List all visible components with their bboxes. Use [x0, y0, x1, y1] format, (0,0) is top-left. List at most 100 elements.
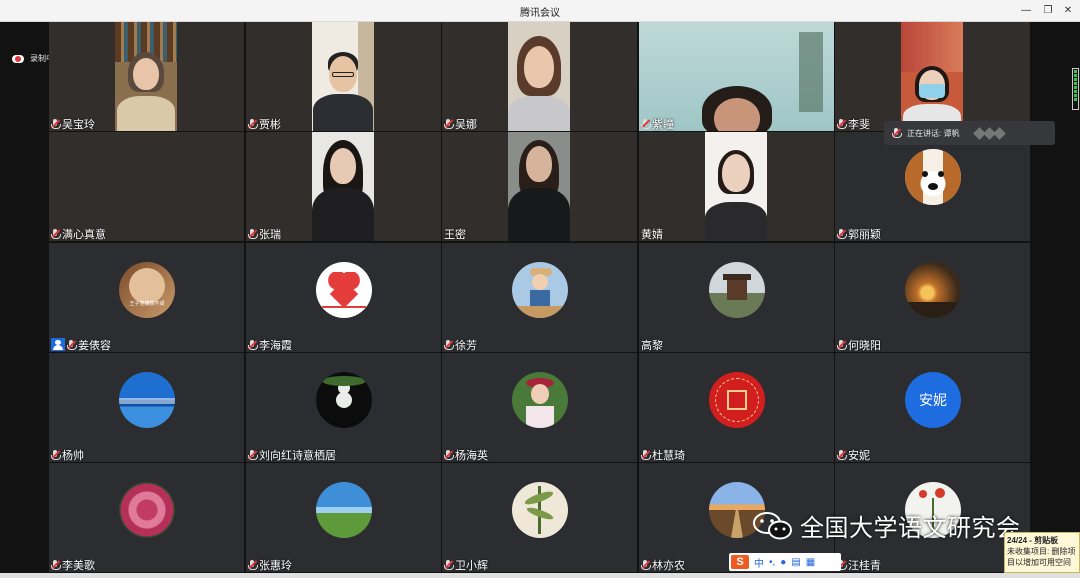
mic-muted-icon: [51, 559, 61, 570]
participant-name: 满心真意: [51, 227, 106, 241]
participant-grid: 吴宝玲 贾彬 吴娜 紫瞳 李斐 满心真意 张瑞 王密 黄婧 郭丽颖 王子党傅撰不…: [49, 22, 1031, 572]
participant-tile[interactable]: 安妮 安妮: [835, 353, 1030, 462]
participant-tile[interactable]: 王子党傅撰不顽 姜俵容: [49, 243, 244, 352]
clipboard-title: 24/24 - 剪贴板: [1007, 536, 1059, 545]
participant-name: 卫小辉: [444, 558, 488, 572]
participant-tile[interactable]: 刘向红诗意栖居: [246, 353, 441, 462]
host-icon: [51, 338, 65, 351]
active-speaker-toast: 正在讲话: 谭帆: [884, 121, 1055, 145]
mic-muted-icon: [248, 118, 258, 129]
participant-tile[interactable]: 张惠玲: [246, 463, 441, 572]
participant-name: 林亦农: [641, 558, 685, 572]
avatar: [119, 482, 175, 538]
participant-name: 张瑞: [248, 227, 281, 241]
audio-wave-icon: [973, 126, 1007, 140]
ime-mode-toggle[interactable]: 中: [754, 555, 764, 570]
mic-muted-icon: [51, 228, 61, 239]
participant-name: 黄婧: [641, 228, 663, 241]
participant-tile[interactable]: 杨海英: [442, 353, 637, 462]
record-icon: [12, 54, 24, 63]
window-title: 腾讯会议: [520, 8, 560, 19]
participant-tile[interactable]: 贾彬: [246, 22, 441, 131]
participant-tile[interactable]: 徐芳: [442, 243, 637, 352]
clipboard-notification[interactable]: 24/24 - 剪贴板 未收集项目: 删除项 目以增加可用空间: [1004, 532, 1080, 573]
participant-tile[interactable]: 李斐: [835, 22, 1030, 131]
mic-muted-icon: [248, 228, 258, 239]
avatar: [512, 482, 568, 538]
participant-name: 刘向红诗意栖居: [248, 448, 336, 462]
participant-tile[interactable]: 高黎: [639, 243, 834, 352]
mic-muted-icon: [641, 559, 651, 570]
participant-name: 贾彬: [248, 117, 281, 131]
avatar: [905, 262, 961, 318]
participant-name: 吴娜: [444, 117, 477, 131]
participant-name: 姜俵容: [51, 338, 111, 352]
participant-tile[interactable]: 黄婧: [639, 132, 834, 241]
participant-name: 安妮: [837, 448, 870, 462]
mic-muted-icon: [248, 339, 258, 350]
participant-tile[interactable]: 紫瞳: [639, 22, 834, 131]
participant-tile[interactable]: 吴宝玲: [49, 22, 244, 131]
ime-voice-icon[interactable]: ●: [780, 557, 786, 568]
video-feed: [312, 22, 374, 131]
participant-tile[interactable]: 李美歌: [49, 463, 244, 572]
participant-name: 张惠玲: [248, 558, 292, 572]
participant-name: 杨帅: [51, 448, 84, 462]
ime-toolbar[interactable]: S 中 •, ● ▤ ▦: [729, 553, 841, 571]
participant-name: 紫瞳: [641, 117, 674, 131]
participant-tile[interactable]: 满心真意: [49, 132, 244, 241]
video-feed: [705, 132, 767, 241]
participant-tile[interactable]: 吴娜: [442, 22, 637, 131]
participant-tile[interactable]: 李海霞: [246, 243, 441, 352]
video-feed: [115, 22, 177, 131]
participant-name: 杨海英: [444, 448, 488, 462]
participant-tile[interactable]: 王密: [442, 132, 637, 241]
video-feed: [508, 132, 570, 241]
watermark-text: 全国大学语文研究会: [800, 514, 1021, 542]
participant-name: 王密: [444, 228, 466, 241]
participant-name: 李海霞: [248, 338, 292, 352]
video-feed: [901, 22, 963, 131]
mic-muted-icon: [444, 118, 454, 129]
avatar: [512, 262, 568, 318]
ime-keyboard-icon[interactable]: ▤: [791, 557, 800, 568]
mic-muted-icon: [837, 118, 847, 129]
mic-muted-icon: [248, 559, 258, 570]
recording-indicator[interactable]: 录制中: [12, 53, 54, 64]
title-bar: 腾讯会议 — ❐ ✕: [0, 0, 1080, 22]
restore-icon[interactable]: ❐: [1040, 3, 1056, 18]
participant-tile[interactable]: 张瑞: [246, 132, 441, 241]
video-feed: [508, 22, 570, 131]
avatar: [709, 372, 765, 428]
avatar: [709, 262, 765, 318]
participant-tile[interactable]: 卫小辉: [442, 463, 637, 572]
participant-tile[interactable]: 杜慧琦: [639, 353, 834, 462]
wechat-icon: [752, 510, 794, 542]
video-feed: [312, 132, 374, 241]
ime-apps-icon[interactable]: ▦: [806, 557, 815, 568]
ime-punct-toggle[interactable]: •,: [769, 557, 775, 568]
participant-tile[interactable]: 郭丽颖: [835, 132, 1030, 241]
mic-muted-icon: [641, 449, 651, 460]
participant-name: 杜慧琦: [641, 448, 685, 462]
close-icon[interactable]: ✕: [1060, 3, 1076, 18]
sogou-logo-icon[interactable]: S: [731, 555, 749, 569]
active-speaker-label: 正在讲话: 谭帆: [907, 128, 960, 138]
avatar-caption: 王子党傅撰不顽: [129, 301, 165, 307]
participant-name: 汪桂青: [837, 558, 881, 572]
wechat-watermark: 全国大学语文研究会: [752, 508, 1021, 543]
avatar: [316, 262, 372, 318]
mic-muted-icon: [51, 118, 61, 129]
mic-muted-icon: [837, 449, 847, 460]
mic-muted-icon: [837, 228, 847, 239]
participant-name: 高黎: [641, 339, 663, 352]
taskbar-strip: [0, 573, 1080, 578]
participant-name: 郭丽颖: [837, 227, 881, 241]
participant-tile[interactable]: 何晓阳: [835, 243, 1030, 352]
participant-tile[interactable]: 杨帅: [49, 353, 244, 462]
avatar: 王子党傅撰不顽: [119, 262, 175, 318]
avatar: [512, 372, 568, 428]
minimize-icon[interactable]: —: [1018, 3, 1034, 18]
mic-muted-icon: [641, 118, 651, 129]
participant-name: 徐芳: [444, 338, 477, 352]
